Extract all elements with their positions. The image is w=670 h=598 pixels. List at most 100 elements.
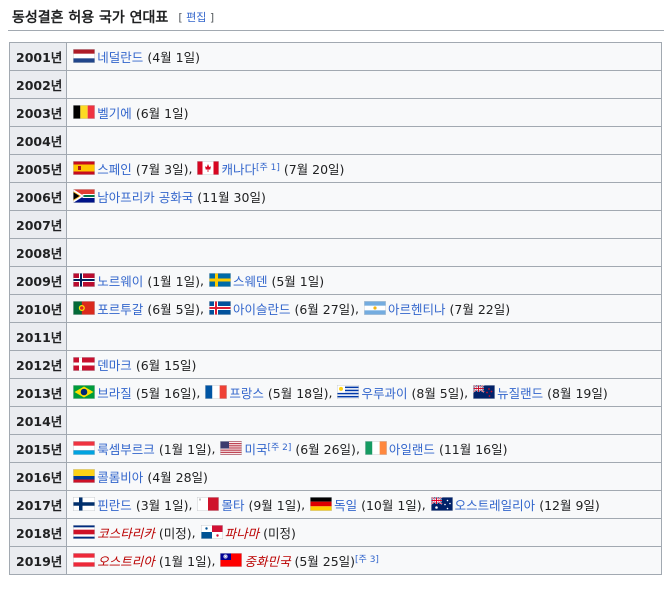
country-entry: 룩셈부르크 (1월 1일), (73, 439, 220, 458)
date-text: (12월 9일) (539, 497, 600, 513)
country-entry: 미국 [주 2] (6월 26일), (220, 439, 364, 458)
table-row: 2014년 (8, 406, 662, 435)
country-link[interactable]: 덴마크 (97, 355, 132, 374)
country-link[interactable]: 독일 (334, 495, 357, 514)
country-entry: 노르웨이 (1월 1일), (73, 271, 209, 290)
table-row: 2011년 (8, 322, 662, 351)
argentina-flag-icon[interactable] (364, 301, 387, 316)
table-row: 2008년 (8, 238, 662, 267)
country-link[interactable]: 아르헨티나 (388, 299, 446, 318)
timeline-table-body: 2001년 네덜란드 (4월 1일) 2002년 2003년 벨기에 (6월 1일) 2004… (8, 42, 662, 575)
iceland-flag-icon[interactable] (208, 301, 231, 316)
country-entry: 뉴질랜드 (8월 19일) (473, 383, 608, 402)
entries-cell: 남아프리카 공화국 (11월 30일) (66, 182, 662, 211)
country-link[interactable]: 오스트레일리아 (455, 495, 536, 514)
date-text: (6월 5일) (147, 301, 200, 317)
edit-link[interactable]: 편집 (186, 11, 206, 24)
france-flag-icon[interactable] (205, 385, 228, 400)
country-link[interactable]: 프랑스 (229, 383, 264, 402)
country-link[interactable]: 뉴질랜드 (497, 383, 543, 402)
taiwan-flag-icon[interactable] (220, 553, 243, 568)
entries-cell: 스페인 (7월 3일), 캐나다 [주 1] (7월 20일) (66, 154, 662, 183)
date-text: (7월 3일) (135, 161, 189, 177)
country-link[interactable]: 노르웨이 (97, 271, 143, 290)
country-link[interactable]: 브라질 (97, 383, 132, 402)
entries-cell: 핀란드 (3월 1일), 몰타 (9월 1일), 독일 (10월 1일), 오스트레일리아(… (66, 490, 662, 519)
uruguay-flag-icon[interactable] (337, 385, 360, 400)
edit-section-link[interactable]: [ 편집 ] (178, 9, 214, 25)
country-link[interactable]: 아이슬란드 (233, 299, 291, 318)
country-entry: 중화민국 (5월 25일) [주 3] (220, 551, 379, 570)
netherlands-flag-icon[interactable] (73, 49, 96, 64)
date-text: (미정) (158, 525, 192, 541)
heading-divider (8, 30, 664, 31)
table-row: 2007년 (8, 210, 662, 239)
country-link[interactable]: 스페인 (97, 159, 132, 178)
country-link[interactable]: 스웨덴 (233, 271, 268, 290)
australia-flag-icon[interactable] (430, 497, 453, 512)
costa-rica-flag-icon[interactable] (73, 525, 96, 540)
comma-separator: , (355, 440, 360, 456)
country-link[interactable]: 핀란드 (97, 495, 132, 514)
year-cell: 2001년 (8, 42, 68, 71)
sweden-flag-icon[interactable] (208, 273, 231, 288)
country-link[interactable]: 포르투갈 (97, 299, 143, 318)
country-link[interactable]: 오스트리아 (97, 551, 155, 570)
norway-flag-icon[interactable] (73, 273, 96, 288)
country-entry: 스웨덴 (5월 1일) (208, 271, 324, 290)
ireland-flag-icon[interactable] (364, 441, 387, 456)
year-cell: 2017년 (8, 490, 68, 519)
year-cell: 2005년 (8, 154, 68, 183)
austria-flag-icon[interactable] (73, 553, 96, 568)
germany-flag-icon[interactable] (310, 497, 333, 512)
country-entry: 남아프리카 공화국 (11월 30일) (73, 187, 266, 206)
country-link[interactable]: 룩셈부르크 (97, 439, 155, 458)
table-row: 2012년 덴마크 (6월 15일) (8, 350, 662, 379)
country-link[interactable]: 코스타리카 (97, 523, 155, 542)
south-africa-flag-icon[interactable] (73, 189, 96, 204)
brazil-flag-icon[interactable] (73, 385, 96, 400)
table-row: 2002년 (8, 70, 662, 99)
country-link[interactable]: 네덜란드 (97, 47, 143, 66)
entries-cell (66, 70, 662, 99)
year-cell: 2019년 (8, 546, 68, 575)
date-text: (5월 18일) (267, 385, 329, 401)
section-title: 동성결혼 허용 국가 연대표 (12, 10, 169, 26)
country-link[interactable]: 미국 (244, 439, 267, 458)
date-text: (6월 1일) (135, 105, 189, 121)
country-link[interactable]: 벨기에 (97, 103, 132, 122)
spain-flag-icon[interactable] (73, 161, 96, 176)
colombia-flag-icon[interactable] (73, 469, 96, 484)
entries-cell (66, 238, 662, 267)
malta-flag-icon[interactable] (197, 497, 220, 512)
denmark-flag-icon[interactable] (73, 357, 96, 372)
panama-flag-icon[interactable] (200, 525, 223, 540)
portugal-flag-icon[interactable] (73, 301, 96, 316)
belgium-flag-icon[interactable] (73, 105, 96, 120)
country-link[interactable]: 아일랜드 (389, 439, 435, 458)
country-link[interactable]: 몰타 (221, 495, 244, 514)
comma-separator: , (355, 300, 360, 316)
country-entry: 네덜란드 (4월 1일) (73, 47, 200, 66)
comma-separator: , (199, 300, 204, 316)
usa-flag-icon[interactable] (220, 441, 243, 456)
year-cell: 2012년 (8, 350, 68, 379)
luxembourg-flag-icon[interactable] (73, 441, 96, 456)
table-row: 2019년 오스트리아 (1월 1일), 중화민국 (5월 25일) [주 3] (8, 546, 662, 575)
country-link[interactable]: 캐나다 (221, 159, 256, 178)
date-text: (8월 19일) (547, 385, 608, 401)
date-text: (3월 1일) (135, 497, 189, 513)
country-link[interactable]: 우루과이 (361, 383, 407, 402)
edit-bracket-close: ] (209, 11, 215, 24)
finland-flag-icon[interactable] (73, 497, 96, 512)
country-entry: 독일 (10월 1일), (310, 495, 431, 514)
date-text: (6월 27일) (294, 301, 356, 317)
new-zealand-flag-icon[interactable] (473, 385, 496, 400)
date-text: (6월 26일) (295, 441, 356, 457)
country-link[interactable]: 파나마 (225, 523, 260, 542)
country-link[interactable]: 중화민국 (244, 551, 290, 570)
entries-cell: 벨기에 (6월 1일) (66, 98, 662, 127)
canada-flag-icon[interactable] (197, 161, 220, 176)
country-link[interactable]: 콜롬비아 (97, 467, 143, 486)
country-link[interactable]: 남아프리카 공화국 (97, 187, 193, 206)
